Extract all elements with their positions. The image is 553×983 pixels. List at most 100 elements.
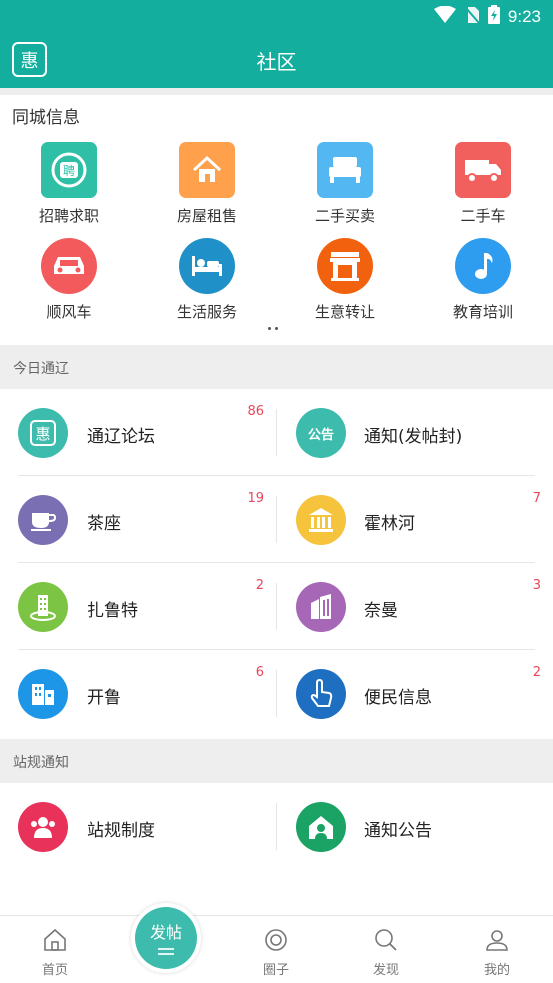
forum-item-name: 奈曼	[364, 601, 398, 621]
tower-icon	[18, 582, 68, 632]
nav-home[interactable]: 首页	[0, 928, 110, 978]
section-header-rules: 站规通知	[0, 739, 553, 783]
shop-icon	[317, 238, 373, 294]
post-count-badge: 86	[247, 404, 264, 419]
music-note-icon	[455, 238, 511, 294]
post-button[interactable]: 发帖	[131, 903, 201, 973]
people-icon	[18, 802, 68, 852]
page-indicator	[268, 327, 278, 330]
grid-item-secondhand[interactable]: 二手买卖	[276, 142, 414, 232]
wifi-icon	[433, 5, 456, 28]
divider	[0, 88, 553, 95]
post-count-badge: 3	[532, 578, 541, 593]
post-button-label: 发帖	[149, 923, 182, 942]
post-count-badge: 6	[255, 665, 264, 680]
forum-item-huolinhe[interactable]: 霍林河 7	[277, 476, 553, 563]
forum-row: 开鲁 6 便民信息 2	[0, 650, 553, 737]
forum-item-tongliao[interactable]: 惠 通辽论坛 86	[0, 389, 276, 476]
forum-row: 站规制度 通知公告	[0, 783, 553, 870]
forum-item-notice[interactable]: 公告 通知(发帖封)	[277, 389, 553, 476]
grid-item-used-car[interactable]: 二手车	[414, 142, 552, 232]
nav-label: 圈子	[262, 963, 289, 978]
forum-row: 扎鲁特 2 奈曼 3	[0, 563, 553, 650]
forum-item-kailu[interactable]: 开鲁 6	[0, 650, 276, 737]
section-title: 站规通知	[13, 755, 69, 771]
user-icon	[484, 930, 510, 956]
forum-item-name: 开鲁	[87, 688, 121, 708]
no-sim-icon	[464, 6, 480, 28]
svg-text:聘: 聘	[63, 164, 75, 178]
circle-icon	[263, 929, 289, 956]
app-bar: 惠 社区	[0, 30, 553, 88]
grid-item-business-transfer[interactable]: 生意转让	[276, 238, 414, 328]
house-icon	[179, 142, 235, 198]
hand-pointer-icon	[296, 669, 346, 719]
nav-label: 发现	[372, 963, 399, 978]
notice-icon: 公告	[296, 408, 346, 458]
bed-icon	[317, 142, 373, 198]
post-count-badge: 7	[532, 491, 541, 506]
menu-lines-icon	[158, 948, 174, 950]
forum-item-name: 通知(发帖封)	[364, 427, 463, 447]
forum-item-name: 霍林河	[364, 514, 415, 534]
bed-service-icon	[179, 238, 235, 294]
grid-item-life-service[interactable]: 生活服务	[138, 238, 276, 328]
battery-charging-icon	[487, 5, 500, 28]
office-icon	[18, 669, 68, 719]
nav-mine[interactable]: 我的	[442, 928, 552, 978]
hui-icon: 惠	[18, 408, 68, 458]
nav-discover[interactable]: 发现	[331, 928, 441, 978]
grid-item-label: 二手买卖	[314, 207, 375, 225]
city-icon	[296, 582, 346, 632]
grid-item-house[interactable]: 房屋租售	[138, 142, 276, 232]
grid-item-label: 顺风车	[46, 303, 92, 321]
grid-item-education[interactable]: 教育培训	[414, 238, 552, 328]
section-header-today: 今日通辽	[0, 345, 553, 389]
search-icon	[373, 929, 399, 956]
forum-item-name: 茶座	[87, 514, 121, 534]
page-title: 社区	[256, 50, 297, 74]
home-person-icon	[296, 802, 346, 852]
forum-item-rules[interactable]: 站规制度	[0, 783, 276, 870]
recruit-icon: 聘	[41, 142, 97, 198]
nav-label: 我的	[483, 963, 510, 978]
post-count-badge: 2	[532, 665, 541, 680]
forum-item-zhalute[interactable]: 扎鲁特 2	[0, 563, 276, 650]
grid-item-label: 生意转让	[314, 303, 375, 321]
grid-item-label: 二手车	[460, 207, 506, 225]
grid-item-label: 房屋租售	[176, 207, 237, 225]
nav-circle[interactable]: 圈子	[221, 928, 331, 978]
truck-icon	[455, 142, 511, 198]
building-columns-icon	[296, 495, 346, 545]
forum-item-name: 通知公告	[364, 821, 432, 841]
svg-text:惠: 惠	[35, 425, 50, 443]
forum-item-tea[interactable]: 茶座 19	[0, 476, 276, 563]
grid-item-label: 教育培训	[452, 303, 513, 321]
bottom-nav: 首页 圈子 发现 我的	[0, 915, 553, 983]
forum-item-naiman[interactable]: 奈曼 3	[277, 563, 553, 650]
nav-label: 首页	[41, 963, 68, 978]
forum-row: 惠 通辽论坛 86 公告 通知(发帖封)	[0, 389, 553, 476]
city-info-title: 同城信息	[12, 108, 80, 128]
home-icon	[42, 928, 68, 956]
forum-item-convenience[interactable]: 便民信息 2	[277, 650, 553, 737]
post-count-badge: 2	[255, 578, 264, 593]
post-button-inner: 发帖	[135, 907, 197, 969]
coffee-cup-icon	[18, 495, 68, 545]
section-title: 今日通辽	[13, 361, 69, 377]
notice-glyph: 公告	[307, 427, 334, 443]
post-count-badge: 19	[247, 491, 264, 506]
clock-time: 9:23	[507, 6, 541, 26]
forum-row: 茶座 19 霍林河 7	[0, 476, 553, 563]
status-bar: 9:23	[0, 0, 553, 30]
forum-item-name: 站规制度	[87, 821, 155, 841]
grid-item-label: 招聘求职	[38, 207, 99, 225]
grid-item-recruit[interactable]: 聘 招聘求职	[0, 142, 138, 232]
forum-item-announcement[interactable]: 通知公告	[277, 783, 553, 870]
grid-item-label: 生活服务	[176, 303, 237, 321]
grid-item-ride-share[interactable]: 顺风车	[0, 238, 138, 328]
forum-item-name: 便民信息	[364, 688, 432, 708]
forum-item-name: 扎鲁特	[87, 601, 138, 621]
car-icon	[41, 238, 97, 294]
forum-item-name: 通辽论坛	[87, 427, 155, 447]
